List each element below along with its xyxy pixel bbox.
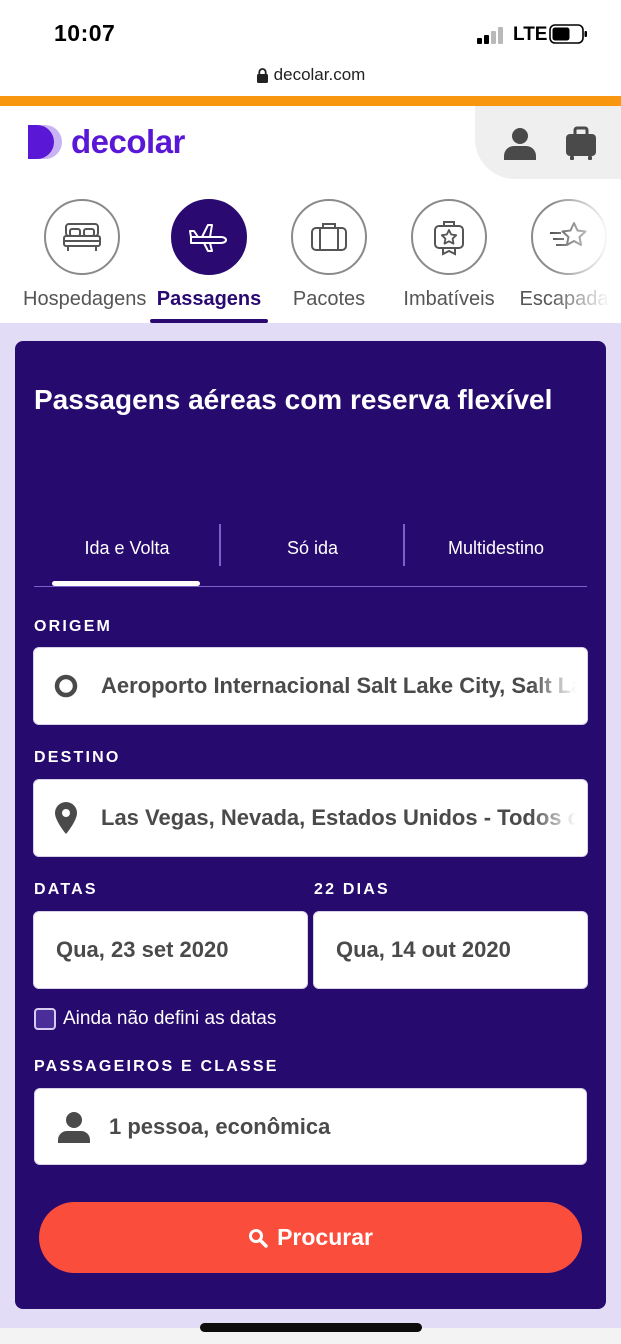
return-date-field[interactable]: Qua, 14 out 2020	[313, 911, 588, 989]
search-button-label: Procurar	[277, 1224, 373, 1250]
product-label: Pacotes	[292, 288, 366, 310]
search-icon	[249, 1228, 268, 1248]
product-tab-hospedagens[interactable]: Hospedagens	[23, 199, 147, 311]
origin-field[interactable]: Aeroporto Internacional Salt Lake City, …	[33, 647, 588, 725]
tab-multidestino[interactable]: Multidestino	[405, 511, 587, 586]
status-time: 10:07	[54, 20, 116, 46]
header-actions	[475, 106, 621, 179]
tab-so-ida[interactable]: Só ida	[221, 511, 404, 586]
product-label: Passagens	[156, 288, 262, 310]
battery-icon	[549, 24, 587, 44]
tab-label: Só ida	[286, 538, 339, 558]
decolar-logo[interactable]: decolar	[27, 123, 185, 161]
product-tab-pacotes[interactable]: Pacotes	[270, 199, 388, 311]
scroll-fade	[551, 182, 621, 323]
airplane-icon	[189, 224, 227, 252]
star-bag-icon	[434, 221, 464, 256]
bed-icon	[63, 223, 101, 251]
suitcase-icon	[311, 223, 347, 251]
search-title: Passagens aéreas com reserva flexível	[34, 384, 553, 415]
product-nav: Hospedagens Passagens Pacotes Imbatíveis	[0, 182, 621, 323]
search-button[interactable]: Procurar	[39, 1202, 582, 1273]
person-icon	[58, 1111, 90, 1143]
origin-value: Aeroporto Internacional Salt Lake City, …	[101, 673, 587, 698]
undefined-dates-checkbox[interactable]	[34, 1008, 56, 1030]
tab-ida-e-volta[interactable]: Ida e Volta	[34, 511, 220, 586]
browser-url-bar[interactable]: decolar.com	[0, 60, 621, 96]
tab-label: Ida e Volta	[84, 538, 170, 558]
text-fade	[531, 780, 587, 856]
departure-date-value: Qua, 23 set 2020	[56, 937, 229, 962]
origin-circle-icon	[54, 674, 78, 698]
trips-suitcase-icon[interactable]	[565, 126, 597, 160]
passengers-value: 1 pessoa, econômica	[109, 1113, 331, 1139]
network-type: LTE	[513, 24, 548, 45]
product-tab-passagens[interactable]: Passagens	[150, 199, 268, 311]
url-text: decolar.com	[273, 65, 366, 84]
flight-search-card: Passagens aéreas com reserva flexível Id…	[15, 341, 606, 1309]
active-trip-tab-indicator	[52, 581, 200, 586]
origin-label: ORIGEM	[34, 618, 113, 635]
undefined-dates-option[interactable]: Ainda não defini as datas	[34, 1008, 276, 1030]
product-label: Hospedagens	[23, 288, 147, 310]
undefined-dates-label: Ainda não defini as datas	[63, 1008, 277, 1029]
passengers-label: PASSAGEIROS E CLASSE	[34, 1058, 279, 1075]
site-header: decolar	[0, 106, 621, 182]
passengers-field[interactable]: 1 pessoa, econômica	[34, 1088, 587, 1165]
accent-bar	[0, 96, 621, 106]
destination-label: DESTINO	[34, 749, 121, 766]
decolar-logo-mark-icon	[28, 125, 62, 159]
user-account-icon[interactable]	[503, 126, 537, 160]
logo-text: decolar	[71, 123, 185, 160]
dates-label: DATAS	[34, 881, 98, 898]
lock-icon	[256, 67, 268, 83]
location-pin-icon	[55, 802, 77, 834]
trip-duration-label: 22 DIAS	[314, 881, 390, 898]
home-indicator[interactable]	[200, 1323, 422, 1332]
active-tab-underline	[150, 319, 268, 323]
text-fade	[531, 648, 587, 724]
product-label: Imbatíveis	[403, 288, 495, 310]
product-tab-imbativeis[interactable]: Imbatíveis	[390, 199, 508, 311]
signal-icon	[477, 26, 507, 44]
trip-type-tabs: Ida e Volta Só ida Multidestino	[34, 511, 587, 587]
departure-date-field[interactable]: Qua, 23 set 2020	[33, 911, 308, 989]
return-date-value: Qua, 14 out 2020	[336, 937, 511, 962]
destination-value: Las Vegas, Nevada, Estados Unidos - Todo…	[101, 805, 587, 830]
tab-label: Multidestino	[447, 538, 545, 558]
destination-field[interactable]: Las Vegas, Nevada, Estados Unidos - Todo…	[33, 779, 588, 857]
status-bar: 10:07 LTE	[0, 0, 621, 60]
